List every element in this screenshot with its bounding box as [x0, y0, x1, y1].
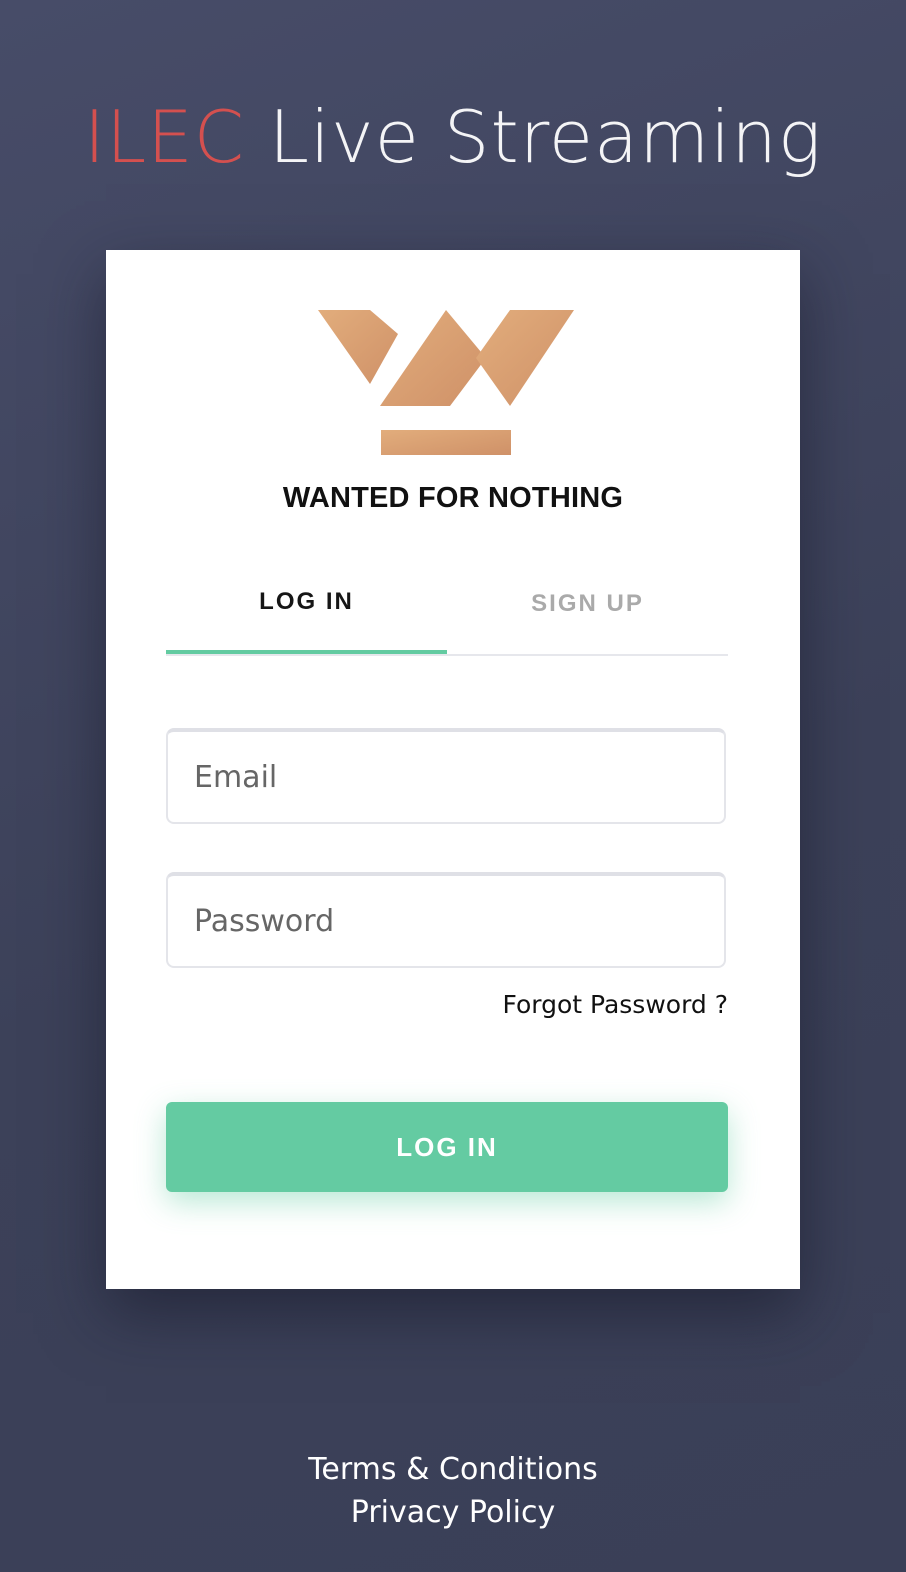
auth-tabs: LOG IN SIGN UP [166, 570, 728, 656]
org-name: WANTED FOR NOTHING [282, 482, 624, 514]
forgot-password-link[interactable]: Forgot Password ? [502, 990, 728, 1019]
login-card: WANTED FOR NOTHING LOG IN SIGN UP Forgot… [106, 250, 800, 1289]
privacy-link[interactable]: Privacy Policy [0, 1495, 906, 1530]
email-field[interactable] [166, 728, 726, 824]
tab-sign-up[interactable]: SIGN UP [447, 570, 728, 654]
wanted-for-nothing-logo [318, 310, 574, 455]
terms-link[interactable]: Terms & Conditions [0, 1452, 906, 1487]
app-title: ILEC Live Streaming [0, 92, 906, 182]
password-field[interactable] [166, 872, 726, 968]
app-title-text: Live Streaming [268, 95, 823, 179]
log-in-button[interactable]: LOG IN [166, 1102, 728, 1192]
tab-log-in[interactable]: LOG IN [166, 570, 447, 654]
app-title-brand: ILEC [83, 95, 245, 179]
